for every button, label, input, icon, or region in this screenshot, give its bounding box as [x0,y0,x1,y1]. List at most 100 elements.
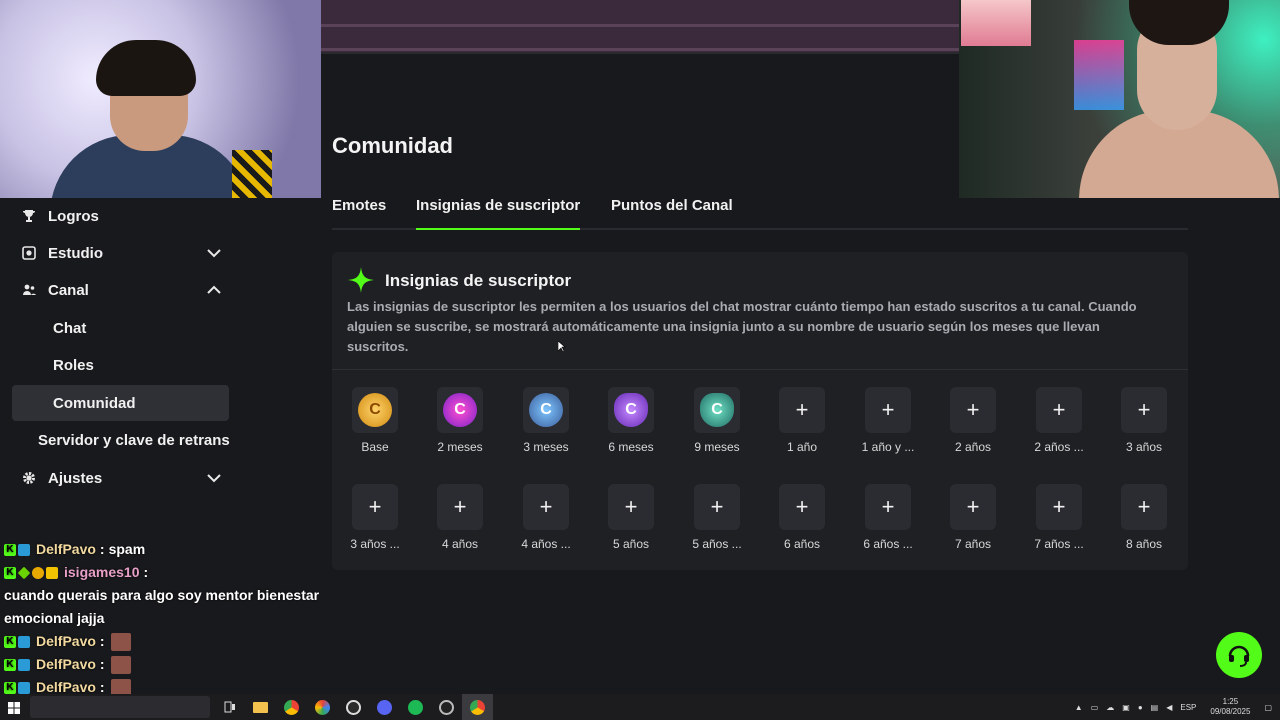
tray-icon[interactable]: ▭ [1091,703,1099,712]
badge-2-anos-y[interactable]: + 2 años ... [1016,382,1102,462]
base-badge-icon: C [358,393,392,427]
badge-3-anos[interactable]: + 3 años [1101,382,1187,462]
add-badge-button[interactable]: + [694,484,740,530]
add-badge-button[interactable]: + [779,387,825,433]
add-badge-button[interactable]: + [1036,387,1082,433]
add-badge-button[interactable]: + [437,484,483,530]
badge-7-anos[interactable]: + 7 años [930,479,1016,559]
chat-username[interactable]: DelfPavo [36,630,96,653]
volume-icon[interactable]: ◀ [1166,703,1172,712]
add-badge-button[interactable]: + [352,484,398,530]
add-badge-button[interactable]: + [865,484,911,530]
obs-icon[interactable] [338,694,369,720]
badge-label: 2 años [954,440,992,454]
badge-8-anos[interactable]: + 8 años [1101,479,1187,559]
badge-3-anos-y[interactable]: + 3 años ... [332,479,418,559]
headset-icon [1228,645,1250,667]
badge-base[interactable]: C Base [332,382,418,462]
badge-4-anos-y[interactable]: + 4 años ... [503,479,589,559]
support-button[interactable] [1216,632,1262,678]
tab-puntos-del-canal[interactable]: Puntos del Canal [611,190,733,230]
kick-badge-icon: K [4,681,16,694]
kick-badge-icon: K [4,566,16,579]
app-icon[interactable] [431,694,462,720]
add-badge-button[interactable]: + [779,484,825,530]
windows-start-icon[interactable] [8,701,20,714]
clock[interactable]: 1:25 09/08/2025 [1210,697,1250,717]
card-title: Insignias de suscriptor [385,271,572,290]
cloud-icon[interactable]: ☁ [1106,703,1114,712]
sidebar-item-estudio[interactable]: Estudio [12,235,229,271]
add-badge-button[interactable]: + [608,484,654,530]
sidebar-item-servidor[interactable]: Servidor y clave de retrans [12,422,252,458]
badge-label: 9 meses [694,440,740,454]
plus-icon: + [966,494,980,519]
badge-label: 3 años [1125,440,1163,454]
chat-username[interactable]: isigames10 [64,561,140,584]
add-badge-button[interactable]: + [950,484,996,530]
tray-icon[interactable]: ▣ [1122,703,1130,712]
notifications-icon[interactable]: ▢ [1264,703,1272,712]
language-indicator[interactable]: ESP [1180,703,1196,712]
chrome-active-icon[interactable] [462,694,493,720]
chat-username[interactable]: DelfPavo [36,538,96,561]
badge-6-anos-y[interactable]: + 6 años ... [845,479,931,559]
add-badge-button[interactable]: + [523,484,569,530]
chevron-up-icon[interactable]: ▲ [1075,703,1083,712]
three-months-badge-icon: C [529,393,563,427]
badge-label: 2 meses [437,440,483,454]
task-view-icon[interactable] [214,694,245,720]
badge-9-meses[interactable]: C 9 meses [674,382,760,462]
chat-message: K isigames10 : cuando querais para algo … [0,561,321,630]
badge-slot[interactable]: C [694,387,740,433]
sidebar-item-comunidad[interactable]: Comunidad [12,385,229,421]
badge-6-anos[interactable]: + 6 años [759,479,845,559]
tab-insignias-de-suscriptor[interactable]: Insignias de suscriptor [416,190,581,230]
sparkle-icon [348,267,374,293]
badge-7-anos-y[interactable]: + 7 años ... [1016,479,1102,559]
badge-1-ano[interactable]: + 1 año [759,382,845,462]
badge-4-anos[interactable]: + 4 años [417,479,503,559]
subscriber-badge-icon [17,566,31,579]
sidebar-item-label: Ajustes [48,469,103,487]
channel-banner [321,0,959,54]
add-badge-button[interactable]: + [1121,484,1167,530]
badge-label: 5 años ... [692,537,742,551]
tab-emotes[interactable]: Emotes [332,190,386,230]
badge-label: 7 años [954,537,992,551]
sidebar-item-canal[interactable]: Canal [12,272,229,308]
add-badge-button[interactable]: + [1121,387,1167,433]
chat-username[interactable]: DelfPavo [36,653,96,676]
badge-slot[interactable]: C [608,387,654,433]
discord-icon[interactable] [369,694,400,720]
badge-2-meses[interactable]: C 2 meses [417,382,503,462]
sidebar-item-roles[interactable]: Roles [12,347,229,383]
badge-slot[interactable]: C [437,387,483,433]
badge-1-ano-y[interactable]: + 1 año y ... [845,382,931,462]
chrome-icon[interactable] [276,694,307,720]
badge-5-anos-y[interactable]: + 5 años ... [674,479,760,559]
verified-badge-icon [18,543,30,556]
badge-slot[interactable]: C [352,387,398,433]
badge-2-anos[interactable]: + 2 años [930,382,1016,462]
app-icon[interactable] [307,694,338,720]
badge-slot[interactable]: C [523,387,569,433]
badge-6-meses[interactable]: C 6 meses [588,382,674,462]
sidebar-item-logros[interactable]: Logros [12,198,229,234]
file-explorer-icon[interactable] [245,694,276,720]
spotify-icon[interactable] [400,694,431,720]
kick-badge-icon: K [4,658,16,671]
add-badge-button[interactable]: + [1036,484,1082,530]
microphone-icon[interactable]: ● [1138,703,1143,712]
taskbar-search-input[interactable] [30,696,210,718]
add-badge-button[interactable]: + [950,387,996,433]
badge-5-anos[interactable]: + 5 años [588,479,674,559]
sidebar-item-ajustes[interactable]: Ajustes [12,460,229,496]
add-badge-button[interactable]: + [865,387,911,433]
badge-3-meses[interactable]: C 3 meses [503,382,589,462]
taskbar: ▲ ▭ ☁ ▣ ● ▤ ◀ ESP 1:25 09/08/2025 ▢ [0,694,1280,720]
card-description: Las insignias de suscriptor les permiten… [347,299,1137,354]
network-icon[interactable]: ▤ [1151,703,1159,712]
sidebar-item-chat[interactable]: Chat [12,310,229,346]
chat-message: K DelfPavo : spam [0,538,321,561]
